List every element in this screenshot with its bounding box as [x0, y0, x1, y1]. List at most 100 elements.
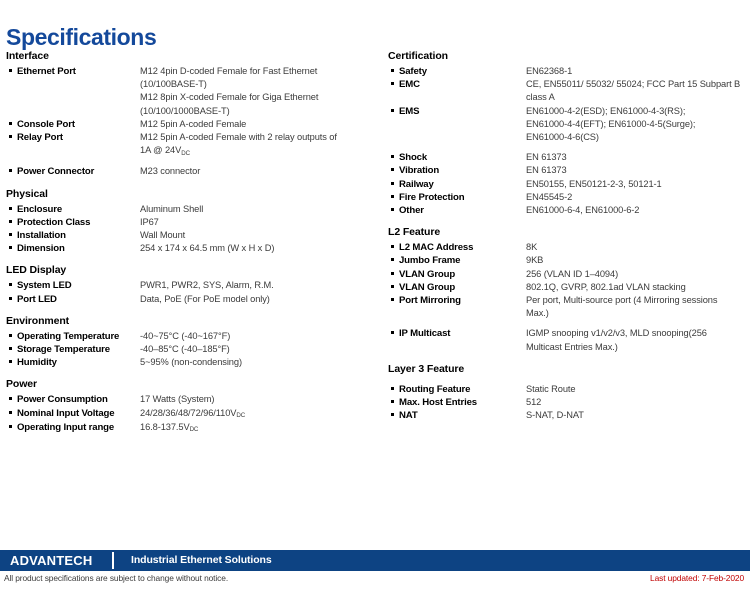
spec-label: Power Consumption	[17, 394, 108, 406]
spec-label: Nominal Input Voltage	[17, 407, 115, 419]
spec-value-subscript: DC	[189, 426, 199, 434]
bullet-icon	[388, 204, 399, 217]
spec-value: -40–85°C (-40–185°F)	[140, 344, 230, 355]
spec-value: M12 5pin A-coded Female	[140, 118, 247, 129]
spec-label: Storage Temperature	[17, 344, 110, 356]
spec-value: EN50155, EN50121-2-3, 50121-1	[526, 178, 662, 189]
spec-value: EN45545-2	[526, 191, 573, 202]
spec-row: Ethernet Port M12 4pin D-coded Female for…	[6, 65, 371, 118]
bullet-icon	[6, 242, 17, 255]
spec-value: 802.1Q, GVRP, 802.1ad VLAN stacking	[526, 281, 686, 292]
bullet-icon	[388, 254, 399, 267]
spec-group-heading: Environment	[6, 314, 70, 327]
spec-label: Console Port	[17, 118, 75, 130]
bullet-icon	[388, 383, 399, 396]
spec-group: L2 Feature L2 MAC Address 8K Jumbo Frame 9KB…	[388, 226, 750, 354]
spec-row: Dimension 254 x 174 x 64.5 mm (W x H x D)	[6, 242, 371, 255]
spec-row: Port LED Data, PoE (For PoE model only)	[6, 293, 371, 306]
spec-value: CE, EN55011/ 55032/ 55024; FCC Part 15 S…	[526, 79, 741, 103]
right-column: Certification Safety EN62368-1 EMC CE, EN550…	[388, 50, 750, 422]
bullet-icon	[6, 118, 17, 131]
bullet-icon	[6, 216, 17, 229]
spec-row: EMS EN61000-4-2(ESD); EN61000-4-3(RS); EN…	[388, 105, 750, 145]
spec-value: -40~75°C (-40~167°F)	[140, 330, 231, 341]
spec-row: Safety EN62368-1	[388, 65, 750, 78]
bullet-icon	[6, 343, 17, 356]
spec-value: 9KB	[526, 255, 544, 266]
spec-label: Installation	[17, 230, 66, 242]
spec-label: Operating Temperature	[17, 330, 120, 342]
spec-row: Operating Temperature -40~75°C (-40~167°F…	[6, 330, 371, 343]
spec-value: IGMP snooping v1/v2/v3, MLD snooping(256…	[526, 328, 707, 352]
bullet-icon	[388, 241, 399, 254]
spec-row: Storage Temperature -40–85°C (-40–185°F)	[6, 343, 371, 356]
spec-row: Fire Protection EN45545-2	[388, 191, 750, 204]
spec-label: Max. Host Entries	[399, 397, 477, 409]
spec-value: Data, PoE (For PoE model only)	[140, 293, 270, 304]
bullet-icon	[6, 407, 17, 420]
bullet-icon	[388, 191, 399, 204]
spec-value-subscript: DC	[181, 149, 190, 157]
spec-value: M12 5pin A-coded Female with 2 relay out…	[140, 131, 371, 158]
advantech-logo: ADVANTECH	[10, 553, 93, 568]
bullet-icon	[388, 281, 399, 294]
footer-tagline: Industrial Ethernet Solutions	[131, 554, 272, 566]
spec-value-subscript: DC	[236, 412, 246, 420]
spec-value: IP67	[140, 216, 159, 227]
spec-label: Vibration	[399, 165, 440, 177]
spec-label: Humidity	[17, 357, 57, 369]
spec-row: Power Consumption 17 Watts (System)	[6, 393, 371, 406]
footer-last-updated: Last updated: 7-Feb-2020	[650, 573, 744, 583]
bullet-icon	[388, 65, 399, 78]
bullet-icon	[388, 164, 399, 177]
spec-row: Port Mirroring Per port, Multi-source por…	[388, 294, 750, 320]
bullet-icon	[388, 268, 399, 281]
spec-value: 5~95% (non-condensing)	[140, 357, 242, 368]
spec-row: NAT S-NAT, D-NAT	[388, 409, 750, 422]
bullet-icon	[6, 165, 17, 178]
spec-row: Shock EN 61373	[388, 151, 750, 164]
spec-row: Routing Feature Static Route	[388, 383, 750, 396]
spec-label: Other	[399, 205, 424, 217]
bullet-icon	[6, 65, 17, 78]
spec-group: Certification Safety EN62368-1 EMC CE, EN550…	[388, 50, 750, 217]
spec-row: VLAN Group 802.1Q, GVRP, 802.1ad VLAN sta…	[388, 281, 750, 294]
bullet-icon	[388, 178, 399, 191]
spec-group-heading: L2 Feature	[388, 226, 441, 239]
bullet-icon	[6, 229, 17, 242]
spec-label: Enclosure	[17, 203, 63, 215]
spec-value: EN61000-4-2(ESD); EN61000-4-3(RS); EN610…	[526, 105, 696, 143]
spec-row: IP Multicast IGMP snooping v1/v2/v3, MLD …	[388, 327, 750, 353]
bullet-icon	[6, 293, 17, 306]
bullet-icon	[388, 396, 399, 409]
spec-label: Jumbo Frame	[399, 255, 461, 267]
bullet-icon	[388, 105, 399, 118]
spec-row: Jumbo Frame 9KB	[388, 254, 750, 267]
spec-row: Protection Class IP67	[6, 216, 371, 229]
spec-label: NAT	[399, 410, 418, 422]
spec-value-text: 24/28/36/48/72/96/110V	[140, 407, 237, 418]
spec-value: 8K	[526, 242, 538, 253]
bullet-icon	[388, 294, 399, 307]
spec-value: EN62368-1	[526, 66, 573, 76]
spec-row: VLAN Group 256 (VLAN ID 1–4094)	[388, 268, 750, 281]
spec-row: Nominal Input Voltage 24/28/36/48/72/96/1…	[6, 407, 371, 421]
spec-group-heading: Layer 3 Feature	[388, 362, 465, 375]
spec-row: Installation Wall Mount	[6, 229, 371, 242]
spec-group-heading: Power	[6, 378, 38, 391]
spec-label: Relay Port	[17, 132, 63, 144]
spec-label: Fire Protection	[399, 191, 465, 203]
spec-value: PWR1, PWR2, SYS, Alarm, R.M.	[140, 280, 274, 291]
logo-divider	[112, 552, 114, 569]
spec-group-heading: LED Display	[6, 264, 67, 277]
spec-value: 24/28/36/48/72/96/110VDC	[140, 407, 371, 421]
spec-row: System LED PWR1, PWR2, SYS, Alarm, R.M.	[6, 279, 371, 292]
bullet-icon	[6, 421, 17, 434]
spec-label: IP Multicast	[399, 328, 451, 340]
spec-group: Environment Operating Temperature -40~75°C…	[6, 315, 371, 370]
spec-label: Shock	[399, 152, 428, 164]
spec-row: EMC CE, EN55011/ 55032/ 55024; FCC Part 1…	[388, 78, 750, 104]
bullet-icon	[388, 151, 399, 164]
bullet-icon	[388, 78, 399, 91]
specification-sheet: Specifications Interface Ethernet Port M12…	[0, 0, 750, 591]
